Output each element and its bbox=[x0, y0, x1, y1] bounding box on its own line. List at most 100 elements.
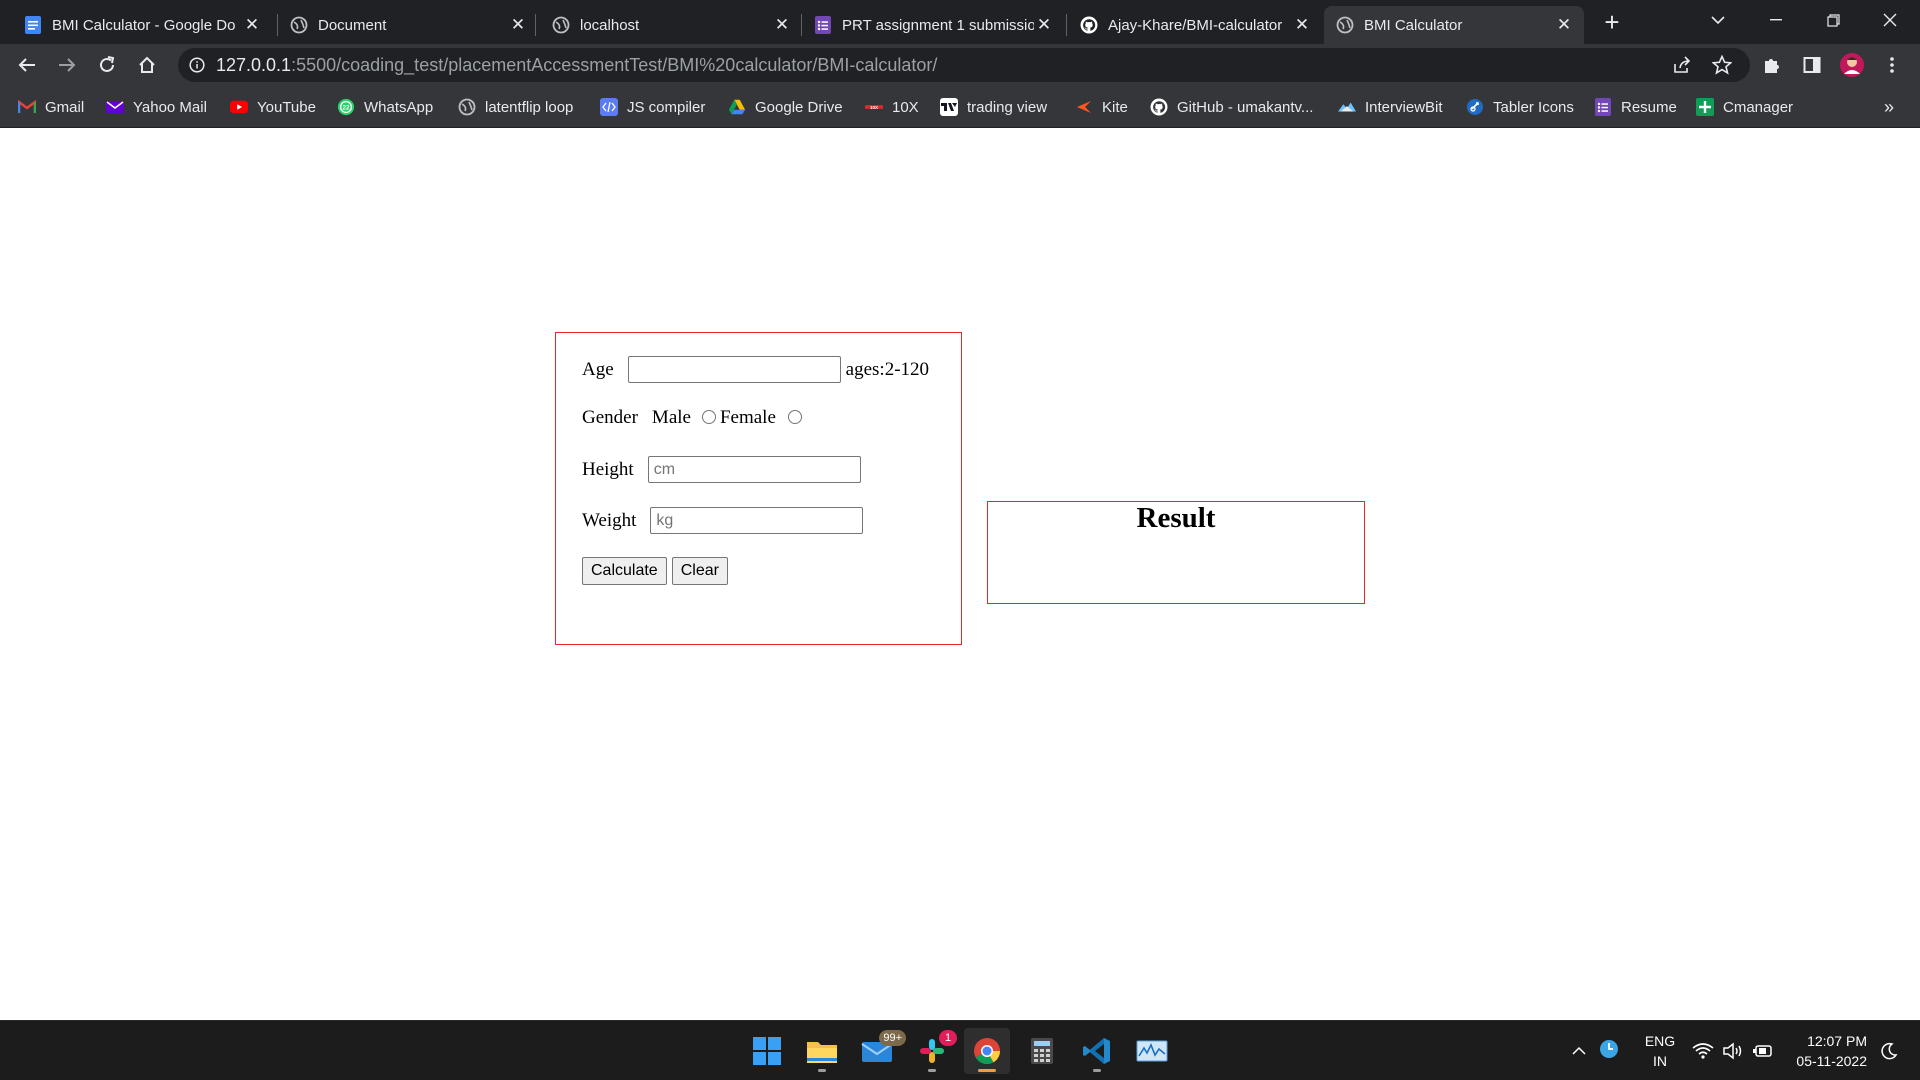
star-icon[interactable] bbox=[1711, 54, 1733, 80]
weight-input[interactable]: kg bbox=[650, 507, 864, 534]
weight-label: Weight bbox=[582, 509, 637, 531]
calculate-button[interactable]: Calculate bbox=[582, 557, 667, 585]
volume-icon bbox=[1723, 1042, 1742, 1060]
close-icon bbox=[1883, 13, 1897, 27]
side-panel-button[interactable] bbox=[1796, 49, 1828, 81]
taskbar-chrome[interactable] bbox=[964, 1028, 1010, 1074]
tray-app-icon[interactable] bbox=[1598, 1038, 1620, 1064]
taskbar-mail[interactable]: 99+ bbox=[854, 1028, 906, 1074]
chrome-menu-button[interactable] bbox=[1876, 49, 1908, 81]
double-chevron-right-icon: » bbox=[1884, 96, 1895, 117]
kebab-menu-icon bbox=[1890, 57, 1894, 73]
close-icon[interactable]: ✕ bbox=[1292, 15, 1312, 35]
forward-button[interactable] bbox=[51, 49, 83, 81]
male-radio[interactable] bbox=[701, 409, 716, 424]
bookmark-trading-view[interactable]: trading view bbox=[940, 94, 1047, 120]
taskbar-file-explorer[interactable] bbox=[799, 1028, 845, 1074]
gender-label: Gender bbox=[582, 407, 638, 428]
close-icon[interactable]: ✕ bbox=[1554, 15, 1574, 35]
close-window-button[interactable] bbox=[1862, 0, 1918, 40]
bookmark-kite[interactable]: Kite bbox=[1075, 94, 1128, 120]
female-label: Female bbox=[719, 407, 776, 428]
tab-title: PRT assignment 1 submissio bbox=[842, 16, 1034, 34]
close-icon[interactable]: ✕ bbox=[508, 15, 528, 35]
taskbar-performance-monitor[interactable] bbox=[1129, 1028, 1175, 1074]
tab-github-repo[interactable]: Ajay-Khare/BMI-calculator ✕ bbox=[1068, 6, 1322, 44]
arrow-left-icon bbox=[18, 58, 35, 72]
back-button[interactable] bbox=[11, 49, 43, 81]
site-info-icon[interactable] bbox=[178, 57, 216, 73]
bookmark-label: Tabler Icons bbox=[1493, 98, 1574, 116]
tab-title: BMI Calculator bbox=[1364, 16, 1463, 34]
height-input[interactable]: cm bbox=[647, 456, 861, 483]
tab-document[interactable]: Document ✕ bbox=[278, 6, 538, 44]
quick-settings[interactable] bbox=[1692, 1021, 1774, 1080]
tab-bmi-calculator[interactable]: BMI Calculator ✕ bbox=[1324, 6, 1584, 44]
clock[interactable]: 12:07 PM 05-11-2022 bbox=[1790, 1021, 1867, 1080]
yahoo-mail-icon bbox=[106, 98, 124, 116]
new-tab-button[interactable]: + bbox=[1598, 7, 1626, 37]
notification-button[interactable] bbox=[1880, 1021, 1898, 1080]
globe-icon bbox=[290, 16, 308, 34]
taskbar-vscode[interactable] bbox=[1074, 1028, 1120, 1074]
bookmark-github-umakant[interactable]: GitHub - umakantv... bbox=[1150, 94, 1313, 120]
interviewbit-icon bbox=[1338, 98, 1356, 116]
minimize-button[interactable] bbox=[1748, 0, 1804, 40]
address-bar[interactable]: 127.0.0.1:5500/coading_test/placementAcc… bbox=[178, 48, 1750, 82]
bookmark-cmanager[interactable]: Cmanager bbox=[1696, 94, 1793, 120]
female-radio[interactable] bbox=[787, 409, 802, 424]
clear-button[interactable]: Clear bbox=[671, 557, 728, 585]
bookmark-tabler-icons[interactable]: Tabler Icons bbox=[1466, 94, 1574, 120]
windows-taskbar: 99+ 1 ENG IN 12:07 PM 05-11-2022 bbox=[0, 1020, 1920, 1080]
avatar bbox=[1840, 53, 1864, 77]
bookmark-resume[interactable]: Resume bbox=[1594, 94, 1677, 120]
close-icon[interactable]: ✕ bbox=[242, 15, 262, 35]
tradingview-icon bbox=[940, 98, 958, 116]
close-icon[interactable]: ✕ bbox=[772, 15, 792, 35]
vscode-icon bbox=[1083, 1038, 1110, 1064]
start-button[interactable] bbox=[744, 1028, 790, 1074]
bookmark-interviewbit[interactable]: InterviewBit bbox=[1338, 94, 1443, 120]
taskbar-calculator[interactable] bbox=[1019, 1028, 1065, 1074]
google-forms-icon bbox=[1594, 98, 1612, 116]
reload-button[interactable] bbox=[91, 49, 123, 81]
mail-badge: 99+ bbox=[879, 1030, 906, 1046]
bookmark-youtube[interactable]: YouTube bbox=[230, 94, 316, 120]
github-icon bbox=[1150, 98, 1168, 116]
age-hint: ages:2-120 bbox=[845, 358, 930, 380]
google-drive-icon bbox=[728, 98, 746, 116]
tab-search-button[interactable] bbox=[1690, 0, 1746, 40]
puzzle-icon bbox=[1765, 59, 1779, 73]
tab-prt-assignment[interactable]: PRT assignment 1 submissio ✕ bbox=[802, 6, 1064, 44]
bookmark-gmail[interactable]: Gmail bbox=[18, 94, 84, 120]
male-label: Male bbox=[651, 407, 691, 428]
github-icon bbox=[1080, 16, 1098, 34]
profile-avatar[interactable] bbox=[1836, 49, 1868, 81]
bookmark-google-drive[interactable]: Google Drive bbox=[728, 94, 843, 120]
url-host: 127.0.0.1 bbox=[216, 54, 292, 75]
restore-button[interactable] bbox=[1805, 0, 1861, 40]
calculator-icon bbox=[1031, 1038, 1053, 1064]
bookmark-yahoo-mail[interactable]: Yahoo Mail bbox=[106, 94, 207, 120]
bookmark-10x[interactable]: 10X 10X bbox=[865, 94, 919, 120]
age-input[interactable] bbox=[627, 356, 841, 383]
share-icon[interactable] bbox=[1672, 56, 1692, 79]
tab-title: Ajay-Khare/BMI-calculator bbox=[1108, 16, 1283, 34]
language-indicator[interactable]: ENG IN bbox=[1640, 1021, 1680, 1080]
height-label: Height bbox=[582, 458, 634, 480]
tab-localhost[interactable]: localhost ✕ bbox=[540, 6, 802, 44]
show-hidden-icons-button[interactable] bbox=[1572, 1043, 1586, 1060]
bookmark-js-compiler[interactable]: JS compiler bbox=[600, 94, 705, 120]
home-button[interactable] bbox=[131, 49, 163, 81]
tabler-icon bbox=[1466, 98, 1484, 116]
result-heading: Result bbox=[1136, 502, 1216, 534]
bookmarks-overflow-button[interactable]: » bbox=[1884, 94, 1894, 120]
extensions-button[interactable] bbox=[1756, 49, 1788, 81]
tab-bmi-docs[interactable]: BMI Calculator - Google Do ✕ bbox=[12, 6, 272, 44]
bookmark-label: latentflip loop bbox=[485, 98, 574, 116]
close-icon[interactable]: ✕ bbox=[1034, 15, 1054, 35]
bookmark-latentflip-loop[interactable]: latentflip loop bbox=[458, 94, 573, 120]
youtube-icon bbox=[230, 98, 248, 116]
bookmark-whatsapp[interactable]: 22 WhatsApp bbox=[337, 94, 433, 120]
taskbar-slack[interactable]: 1 bbox=[909, 1028, 957, 1074]
